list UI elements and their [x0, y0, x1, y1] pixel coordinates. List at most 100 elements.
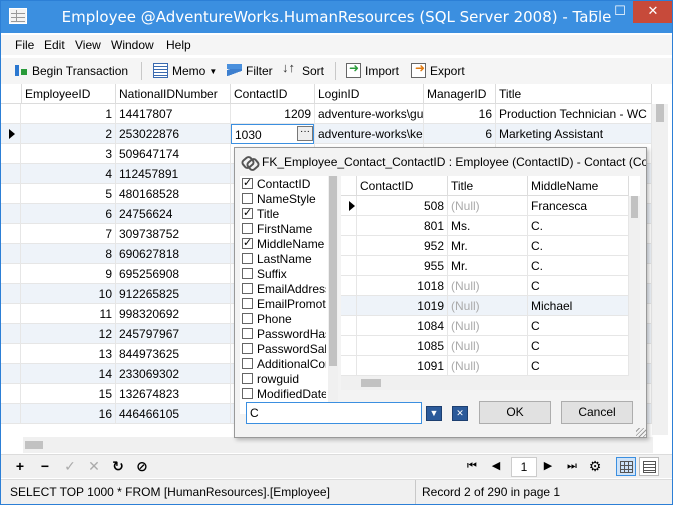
funnel-icon[interactable]: ▼: [426, 406, 442, 421]
lookup-cell-middle[interactable]: C.: [528, 216, 629, 236]
cell-nid[interactable]: 253022876: [116, 124, 231, 144]
row-selector[interactable]: [1, 284, 21, 304]
title-bar[interactable]: Employee @AdventureWorks.HumanResources …: [1, 1, 672, 33]
field-list-scrollbar[interactable]: [328, 176, 338, 414]
field-checkbox-item[interactable]: FirstName: [242, 222, 326, 237]
delete-record-icon[interactable]: −: [36, 458, 54, 474]
column-header-loginid[interactable]: LoginID: [315, 84, 424, 104]
checkbox[interactable]: [242, 283, 253, 294]
ok-button[interactable]: OK: [479, 401, 551, 424]
lookup-cell-title[interactable]: (Null): [448, 296, 528, 316]
field-checkbox-item[interactable]: EmailAddress: [242, 282, 326, 297]
lookup-cell-middle[interactable]: Francesca: [528, 196, 629, 216]
row-selector[interactable]: [341, 256, 357, 276]
row-selector[interactable]: [1, 144, 21, 164]
column-header-contactid[interactable]: ContactID: [231, 84, 315, 104]
lookup-cell-cid[interactable]: 801: [357, 216, 448, 236]
lookup-cell-cid[interactable]: 1019: [357, 296, 448, 316]
row-selector[interactable]: [1, 304, 21, 324]
discard-changes-icon[interactable]: ✕: [85, 458, 103, 474]
scroll-thumb[interactable]: [329, 176, 337, 366]
cell-title[interactable]: Production Technician - WC: [496, 104, 652, 124]
checkbox[interactable]: [242, 177, 253, 189]
scroll-thumb[interactable]: [631, 196, 638, 218]
checkbox[interactable]: [242, 223, 253, 234]
cell-mgr[interactable]: 6: [424, 124, 496, 144]
checkbox[interactable]: [242, 298, 253, 309]
checkbox[interactable]: [242, 253, 253, 264]
checkbox[interactable]: [242, 373, 253, 384]
lookup-cell-cid[interactable]: 1084: [357, 316, 448, 336]
checkbox[interactable]: [242, 388, 253, 399]
lookup-cell-cid[interactable]: 1091: [357, 356, 448, 376]
field-checkbox-item[interactable]: EmailPromotion: [242, 297, 326, 312]
lookup-horizontal-scrollbar[interactable]: [341, 376, 640, 390]
lookup-cell-middle[interactable]: C.: [528, 256, 629, 276]
export-button[interactable]: Export: [411, 61, 465, 81]
cell-id[interactable]: 7: [22, 224, 116, 244]
page-number-input[interactable]: 1: [511, 457, 537, 477]
field-checkbox-item[interactable]: PasswordHash: [242, 327, 326, 342]
field-checkbox-item[interactable]: PasswordSalt: [242, 342, 326, 357]
cell-nid[interactable]: 112457891: [116, 164, 231, 184]
row-selector[interactable]: [1, 164, 21, 184]
lookup-cell-cid[interactable]: 508: [357, 196, 448, 216]
cell-login[interactable]: adventure-works\gu: [315, 104, 424, 124]
row-selector[interactable]: [1, 384, 21, 404]
cell-cid[interactable]: 1209: [231, 104, 315, 124]
row-selector[interactable]: [1, 104, 21, 124]
cell-id[interactable]: 8: [22, 244, 116, 264]
field-checkbox-item[interactable]: MiddleName: [242, 237, 326, 252]
first-page-icon[interactable]: ⏮: [463, 458, 481, 474]
field-checkbox-item[interactable]: NameStyle: [242, 192, 326, 207]
cell-id[interactable]: 9: [22, 264, 116, 284]
lookup-grid[interactable]: ContactID Title MiddleName 508 (Null) Fran…: [341, 176, 640, 376]
settings-icon[interactable]: ⚙: [586, 458, 604, 474]
lookup-row[interactable]: 1018 (Null) C: [341, 276, 629, 296]
field-checkbox-item[interactable]: Title: [242, 207, 326, 222]
table-row[interactable]: 2 253022876 adventure-works\ke 6 Marketing A…: [1, 124, 652, 144]
cell-nid[interactable]: 844973625: [116, 344, 231, 364]
lookup-row[interactable]: 952 Mr. C.: [341, 236, 629, 256]
column-header-nationalidnumber[interactable]: NationalIDNumber: [116, 84, 231, 104]
refresh-icon[interactable]: ↻: [109, 458, 127, 474]
lookup-cell-title[interactable]: (Null): [448, 336, 528, 356]
menu-help[interactable]: Help: [166, 38, 191, 52]
menu-window[interactable]: Window: [111, 38, 154, 52]
cell-nid[interactable]: 998320692: [116, 304, 231, 324]
minimize-button[interactable]: –: [581, 1, 607, 23]
cell-nid[interactable]: 480168528: [116, 184, 231, 204]
lookup-cell-title[interactable]: Ms.: [448, 216, 528, 236]
row-selector[interactable]: [1, 224, 21, 244]
cell-id[interactable]: 3: [22, 144, 116, 164]
lookup-header-title[interactable]: Title: [448, 176, 528, 196]
lookup-cell-title[interactable]: (Null): [448, 356, 528, 376]
cell-login[interactable]: adventure-works\ke: [315, 124, 424, 144]
cell-id[interactable]: 12: [22, 324, 116, 344]
row-selector[interactable]: [341, 236, 357, 256]
row-selector[interactable]: [341, 296, 357, 316]
row-selector[interactable]: [341, 316, 357, 336]
grid-vertical-scrollbar[interactable]: [652, 104, 668, 435]
checkbox[interactable]: [242, 237, 253, 249]
scroll-thumb[interactable]: [656, 104, 664, 122]
lookup-vertical-scrollbar[interactable]: [629, 196, 640, 376]
checkbox[interactable]: [242, 193, 253, 204]
import-button[interactable]: Import: [346, 61, 399, 81]
cell-id[interactable]: 6: [22, 204, 116, 224]
menu-view[interactable]: View: [75, 38, 101, 52]
row-selector[interactable]: [1, 404, 21, 424]
cell-nid[interactable]: 233069302: [116, 364, 231, 384]
row-selector[interactable]: [1, 124, 21, 144]
cell-mgr[interactable]: 16: [424, 104, 496, 124]
field-checkbox-item[interactable]: LastName: [242, 252, 326, 267]
cell-id[interactable]: 1: [22, 104, 116, 124]
lookup-row[interactable]: 508 (Null) Francesca: [341, 196, 629, 216]
lookup-cell-title[interactable]: (Null): [448, 276, 528, 296]
row-selector[interactable]: [341, 356, 357, 376]
row-selector[interactable]: [1, 344, 21, 364]
lookup-row[interactable]: 1084 (Null) C: [341, 316, 629, 336]
lookup-row[interactable]: 801 Ms. C.: [341, 216, 629, 236]
cell-id[interactable]: 5: [22, 184, 116, 204]
next-page-icon[interactable]: ▶: [539, 458, 557, 474]
